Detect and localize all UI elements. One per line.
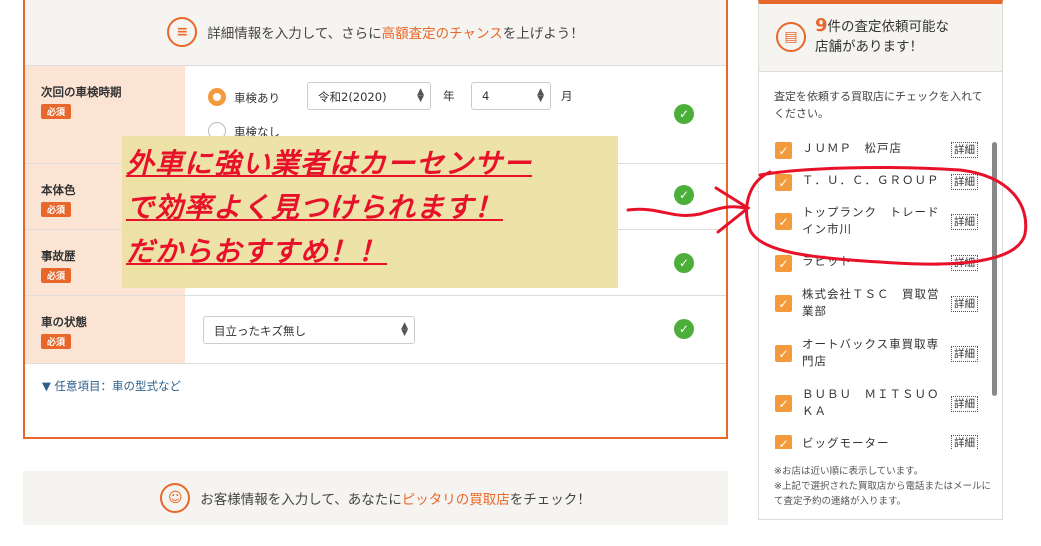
select-arrow-icon: ▲ ▼ (537, 87, 544, 104)
checkbox-checked-icon[interactable]: ✓ (775, 142, 792, 159)
shop-sidebar: ▤ 9件の査定依頼可能な 店舗があります！ 査定を依頼する買取店にチェックを入れ… (758, 0, 1003, 520)
check-circle-icon: ✓ (674, 185, 694, 205)
shop-item[interactable]: ✓ ラビット 詳細 (775, 253, 990, 275)
required-badge: 必須 (41, 202, 72, 217)
form-header: ≡ 詳細情報を入力して、さらに高額査定のチャンスを上げよう！ (25, 0, 726, 66)
check-circle-icon: ✓ (674, 104, 694, 124)
sidebar-header: ▤ 9件の査定依頼可能な 店舗があります！ (759, 4, 1002, 72)
condition-select[interactable]: 目立ったキズ無し ▲ ▼ (203, 316, 415, 344)
month-unit: 月 (561, 89, 573, 103)
customer-info-text: お客様情報を入力して、あなたにピッタリの買取店をチェック！ (200, 492, 591, 508)
shop-item[interactable]: ✓ ビッグモーター 詳細 (775, 433, 990, 449)
banner-line-2: で効率よく見つけられます！ (126, 191, 504, 224)
shop-item[interactable]: ✓ オートバックス車買取専門店 詳細 (775, 336, 990, 372)
required-badge: 必須 (41, 334, 72, 349)
sidebar-intro: 査定を依頼する買取店にチェックを入れてください。 (774, 90, 983, 120)
sidebar-note: ※お店は近い順に表示しています。 ※上記で選択された買取店から電話またはメールに… (774, 466, 991, 507)
checkbox-checked-icon[interactable]: ✓ (775, 174, 792, 191)
inspection-yes-label: 車検あり (234, 91, 280, 105)
required-badge: 必須 (41, 268, 72, 283)
detail-link[interactable]: 詳細 (951, 214, 978, 230)
check-circle-icon: ✓ (674, 253, 694, 273)
detail-link[interactable]: 詳細 (951, 142, 978, 158)
year-unit: 年 (443, 89, 455, 103)
detail-link[interactable]: 詳細 (951, 255, 978, 271)
banner-line-1: 外車に強い業者はカーセンサー (126, 147, 533, 180)
detail-link[interactable]: 詳細 (951, 346, 978, 362)
shop-list-scrollbar[interactable] (992, 142, 997, 396)
detail-link[interactable]: 詳細 (951, 296, 978, 312)
sidebar-title: 9件の査定依頼可能な 店舗があります！ (815, 15, 950, 56)
checkbox-checked-icon[interactable]: ✓ (775, 255, 792, 272)
clipboard-icon: ≡ (167, 16, 198, 47)
detail-link[interactable]: 詳細 (951, 435, 978, 449)
detail-link[interactable]: 詳細 (951, 396, 978, 412)
shop-icon: ▤ (776, 22, 806, 52)
row-label: 次回の車検時期 (41, 85, 122, 99)
shop-item[interactable]: ✓ ＪＵＭＰ 松戸店 詳細 (775, 140, 990, 162)
check-circle-icon: ✓ (674, 319, 694, 339)
checkbox-checked-icon[interactable]: ✓ (775, 213, 792, 230)
shop-item[interactable]: ✓ Ｔ．Ｕ．Ｃ．ＧＲＯＵＰ 詳細 (775, 172, 990, 194)
checkbox-checked-icon[interactable]: ✓ (775, 295, 792, 312)
recommendation-banner: 外車に強い業者はカーセンサー で効率よく見つけられます！ だからおすすめ！！ (122, 136, 618, 288)
inspection-yes-radio[interactable] (208, 88, 226, 106)
banner-line-3: だからおすすめ！！ (126, 235, 388, 268)
detail-link[interactable]: 詳細 (951, 174, 978, 190)
shop-item[interactable]: ✓ トップランク トレードイン市川 詳細 (775, 204, 990, 240)
optional-items-toggle[interactable]: ▼ 任意項目：車の型式など (42, 378, 181, 394)
row-label: 車の状態 (41, 315, 87, 329)
select-arrow-icon: ▲ ▼ (401, 321, 408, 338)
person-icon: ☺ (160, 483, 191, 513)
checkbox-checked-icon[interactable]: ✓ (775, 395, 792, 412)
inspection-month-select[interactable]: 4 ▲ ▼ (471, 82, 551, 110)
shop-item[interactable]: ✓ ＢＵＢＵ ＭＩＴＳＵＯＫＡ 詳細 (775, 386, 990, 422)
shop-item[interactable]: ✓ 株式会社ＴＳＣ 買取営業部 詳細 (775, 286, 990, 322)
inspection-year-select[interactable]: 令和2(2020) ▲ ▼ (307, 82, 431, 110)
required-badge: 必須 (41, 104, 72, 119)
form-header-text: 詳細情報を入力して、さらに高額査定のチャンスを上げよう！ (207, 25, 584, 42)
checkbox-checked-icon[interactable]: ✓ (775, 435, 792, 449)
checkbox-checked-icon[interactable]: ✓ (775, 345, 792, 362)
row-condition: 車の状態 必須 目立ったキズ無し ▲ ▼ ✓ (25, 296, 726, 364)
select-arrow-icon: ▲ ▼ (417, 87, 424, 104)
customer-info-bar[interactable]: ☺ お客様情報を入力して、あなたにピッタリの買取店をチェック！ (23, 471, 728, 525)
